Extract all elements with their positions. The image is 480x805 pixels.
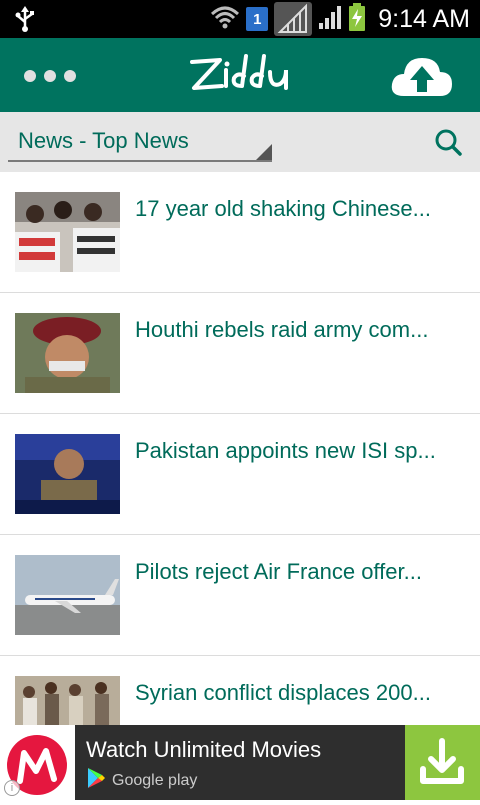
news-title: Pilots reject Air France offer... [135,559,422,584]
signal-icon [318,5,342,34]
ziddu-logo [186,52,296,98]
cloud-upload-icon[interactable] [390,52,454,98]
news-thumbnail [15,313,120,393]
news-thumbnail [15,192,120,272]
usb-icon [14,6,36,37]
category-dropdown[interactable]: News - Top News [8,124,272,162]
news-title: Pakistan appoints new ISI sp... [135,438,436,463]
news-list: 17 year old shaking Chinese... Houthi re… [0,172,480,725]
news-title: Syrian conflict displaces 200... [135,680,431,705]
news-title: 17 year old shaking Chinese... [135,196,431,221]
ad-banner[interactable]: i Watch Unlimited Movies Google play [0,725,480,800]
google-play-label: Google play [112,771,198,789]
list-item[interactable]: 17 year old shaking Chinese... [0,172,480,293]
google-play-icon [86,767,106,794]
filter-bar: News - Top News [0,112,480,172]
news-thumbnail [15,676,120,725]
more-dots-icon[interactable] [24,70,76,82]
download-icon [420,738,464,784]
news-thumbnail [15,434,120,514]
app-bar [0,38,480,112]
list-item[interactable]: Houthi rebels raid army com... [0,293,480,414]
info-icon[interactable]: i [4,780,20,796]
ad-title: Watch Unlimited Movies [86,737,322,762]
ad-brand-logo: i [0,725,75,800]
news-title: Houthi rebels raid army com... [135,317,429,342]
status-bar: 1 9:14 AM [0,0,480,38]
signal-box-icon [274,2,313,36]
google-play-badge: Google play [86,767,197,794]
wifi-icon [210,4,240,35]
clock: 9:14 AM [378,4,470,33]
search-icon[interactable] [434,128,462,156]
category-label: News - Top News [18,128,189,153]
list-item[interactable]: Syrian conflict displaces 200... [0,656,480,725]
battery-charging-icon [348,2,366,36]
download-button[interactable] [405,725,480,800]
list-item[interactable]: Pilots reject Air France offer... [0,535,480,656]
list-item[interactable]: Pakistan appoints new ISI sp... [0,414,480,535]
news-thumbnail [15,555,120,635]
sim-icon: 1 [246,7,269,31]
dropdown-arrow-icon [256,144,272,160]
